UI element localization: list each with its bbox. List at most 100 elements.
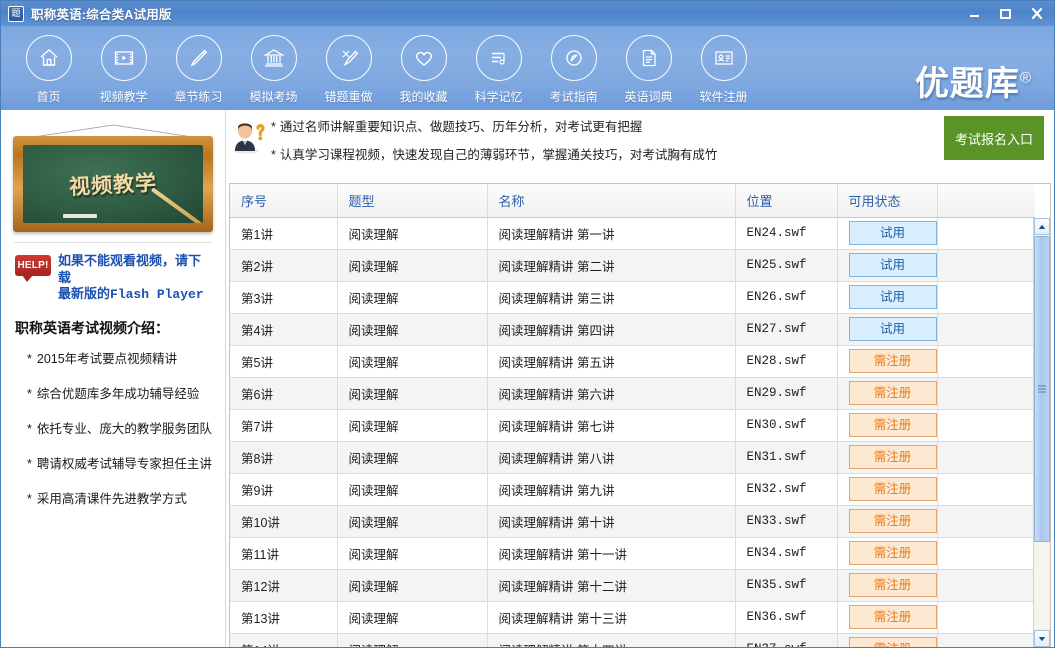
bullet-text: 综合优题库多年成功辅导经验	[36, 386, 200, 401]
column-header-index[interactable]: 序号	[230, 184, 338, 218]
cell-position: EN28.swf	[735, 345, 838, 378]
brand-logo: 优题库®	[915, 56, 1032, 105]
note-list-icon	[475, 35, 522, 81]
notice-text-lines: * 通过名师讲解重要知识点、做题技巧、历年分析，对考试更有把握 * 认真学习课程视频…	[271, 116, 717, 175]
table-header-row: 序号 题型 名称 位置 可用状态	[230, 184, 1035, 218]
register-required-button[interactable]: 需注册	[848, 541, 936, 565]
cell-position: EN37.swf	[735, 633, 838, 647]
column-header-position[interactable]: 位置	[735, 184, 838, 218]
scroll-down-button[interactable]	[1034, 630, 1050, 647]
toolbar-item-exam-guide[interactable]: 考试指南	[536, 26, 611, 105]
close-icon[interactable]	[1021, 2, 1052, 25]
trial-button[interactable]: 试用	[848, 221, 936, 245]
vertical-scrollbar[interactable]	[1033, 218, 1050, 647]
bullet-star-icon: *	[27, 491, 32, 506]
register-required-button[interactable]: 需注册	[848, 605, 936, 629]
cell-status: 需注册	[837, 409, 938, 442]
cell-position: EN34.swf	[735, 537, 838, 570]
table-row[interactable]: 第13讲 阅读理解 阅读理解精讲 第十三讲 EN36.swf 需注册	[230, 601, 1035, 634]
brand-text: 优题库	[914, 65, 1020, 103]
scrollbar-thumb[interactable]	[1034, 236, 1050, 542]
brush-icon	[325, 35, 372, 81]
table-row[interactable]: 第5讲 阅读理解 阅读理解精讲 第五讲 EN28.swf 需注册	[230, 345, 1035, 378]
table-row[interactable]: 第10讲 阅读理解 阅读理解精讲 第十讲 EN33.swf 需注册	[230, 505, 1035, 538]
toolbar-item-home[interactable]: 首页	[11, 26, 86, 105]
heart-icon	[400, 35, 447, 81]
blackboard-frame: 视频教学	[13, 136, 213, 232]
table-row[interactable]: 第11讲 阅读理解 阅读理解精讲 第十一讲 EN34.swf 需注册	[230, 537, 1035, 570]
table-row[interactable]: 第6讲 阅读理解 阅读理解精讲 第六讲 EN29.swf 需注册	[230, 377, 1035, 410]
table-row[interactable]: 第2讲 阅读理解 阅读理解精讲 第二讲 EN25.swf 试用	[230, 249, 1035, 282]
toolbar-item-redo-wrong[interactable]: 错题重做	[311, 26, 386, 105]
cell-status: 需注册	[837, 473, 938, 506]
register-required-button[interactable]: 需注册	[848, 637, 936, 647]
cell-name: 阅读理解精讲 第九讲	[487, 473, 736, 506]
maximize-icon[interactable]	[990, 2, 1021, 25]
register-required-button[interactable]: 需注册	[848, 573, 936, 597]
trial-button[interactable]: 试用	[848, 253, 936, 277]
cell-status: 试用	[837, 249, 938, 282]
column-header-extra	[937, 184, 1035, 218]
cell-status: 需注册	[837, 569, 938, 602]
bullet-text: 2015年考试要点视频精讲	[36, 351, 178, 366]
cell-index: 第7讲	[230, 409, 338, 442]
notice-text: 通过名师讲解重要知识点、做题技巧、历年分析，对考试更有把握	[279, 120, 643, 134]
cell-name: 阅读理解精讲 第十三讲	[487, 601, 736, 634]
bullet-star-icon: *	[271, 147, 276, 162]
cell-index: 第3讲	[230, 281, 338, 314]
toolbar-item-memory[interactable]: 科学记忆	[461, 26, 536, 105]
column-header-name[interactable]: 名称	[487, 184, 736, 218]
flash-player-notice[interactable]: HELP! 如果不能观看视频，请下载 最新版的Flash Player	[13, 253, 213, 304]
cell-name: 阅读理解精讲 第十一讲	[487, 537, 736, 570]
scrollbar-grip-icon	[1038, 385, 1046, 393]
home-icon	[25, 35, 72, 81]
minimize-icon[interactable]	[959, 2, 990, 25]
toolbar-label: 章节练习	[174, 90, 223, 104]
main-toolbar: 首页 视频教学 章节练习 模拟考场 错题重做 我的收藏 科学记忆 考试指南 英语…	[1, 26, 1054, 110]
table-row[interactable]: 第14讲阅读理解阅读理解精讲 第十四讲EN37.swf 需注册	[230, 633, 1035, 647]
table-row[interactable]: 第1讲 阅读理解 阅读理解精讲 第一讲 EN24.swf 试用	[230, 217, 1035, 250]
column-header-type[interactable]: 题型	[337, 184, 488, 218]
table-row[interactable]: 第12讲 阅读理解 阅读理解精讲 第十二讲 EN35.swf 需注册	[230, 569, 1035, 602]
cell-extra	[937, 505, 1035, 538]
toolbar-item-software-register[interactable]: 软件注册	[686, 26, 761, 105]
register-required-button[interactable]: 需注册	[848, 445, 936, 469]
register-required-button[interactable]: 需注册	[848, 509, 936, 533]
trial-button[interactable]: 试用	[848, 285, 936, 309]
window-controls	[959, 1, 1052, 26]
trial-button[interactable]: 试用	[848, 317, 936, 341]
toolbar-item-favorites[interactable]: 我的收藏	[386, 26, 461, 105]
table-row[interactable]: 第3讲 阅读理解 阅读理解精讲 第三讲 EN26.swf 试用	[230, 281, 1035, 314]
bullet-star-icon: *	[27, 351, 32, 366]
exam-registration-button[interactable]: 考试报名入口	[944, 116, 1044, 160]
pointer-stick-icon	[150, 187, 203, 223]
cell-type: 阅读理解	[337, 537, 488, 570]
content-area: 视频教学 HELP! 如果不能观看视频，请下载 最新版的Flash Player…	[1, 110, 1054, 647]
table-row[interactable]: 第7讲 阅读理解 阅读理解精讲 第七讲 EN30.swf 需注册	[230, 409, 1035, 442]
blackboard-surface: 视频教学	[23, 145, 203, 223]
toolbar-item-video[interactable]: 视频教学	[86, 26, 161, 105]
cell-index: 第10讲	[230, 505, 338, 538]
cell-position: EN33.swf	[735, 505, 838, 538]
register-required-button[interactable]: 需注册	[848, 413, 936, 437]
intro-bullet-list: * 2015年考试要点视频精讲 * 综合优题库多年成功辅导经验 * 依托专业、庞大的教…	[13, 348, 213, 507]
help-badge-icon: HELP!	[15, 255, 51, 282]
register-required-button[interactable]: 需注册	[848, 381, 936, 405]
cell-extra	[937, 601, 1035, 634]
table-row[interactable]: 第9讲 阅读理解 阅读理解精讲 第九讲 EN32.swf 需注册	[230, 473, 1035, 506]
toolbar-item-chapter-practice[interactable]: 章节练习	[161, 26, 236, 105]
table-row[interactable]: 第4讲 阅读理解 阅读理解精讲 第四讲 EN27.swf 试用	[230, 313, 1035, 346]
toolbar-item-dictionary[interactable]: 英语词典	[611, 26, 686, 105]
scroll-up-button[interactable]	[1034, 218, 1050, 235]
cell-index: 第12讲	[230, 569, 338, 602]
toolbar-item-mock-exam[interactable]: 模拟考场	[236, 26, 311, 105]
flash-notice-text: 如果不能观看视频，请下载 最新版的Flash Player	[58, 253, 213, 304]
register-required-button[interactable]: 需注册	[848, 477, 936, 501]
register-required-button[interactable]: 需注册	[848, 349, 936, 373]
cell-type: 阅读理解	[337, 633, 488, 647]
table-header: 序号 题型 名称 位置 可用状态	[230, 184, 1035, 218]
cell-type: 阅读理解	[337, 249, 488, 282]
column-header-status[interactable]: 可用状态	[837, 184, 938, 218]
table-row[interactable]: 第8讲 阅读理解 阅读理解精讲 第八讲 EN31.swf 需注册	[230, 441, 1035, 474]
course-table-container: 序号 题型 名称 位置 可用状态 第1讲 阅读理解 阅读理解精讲 第一讲 EN24.s…	[229, 183, 1051, 647]
